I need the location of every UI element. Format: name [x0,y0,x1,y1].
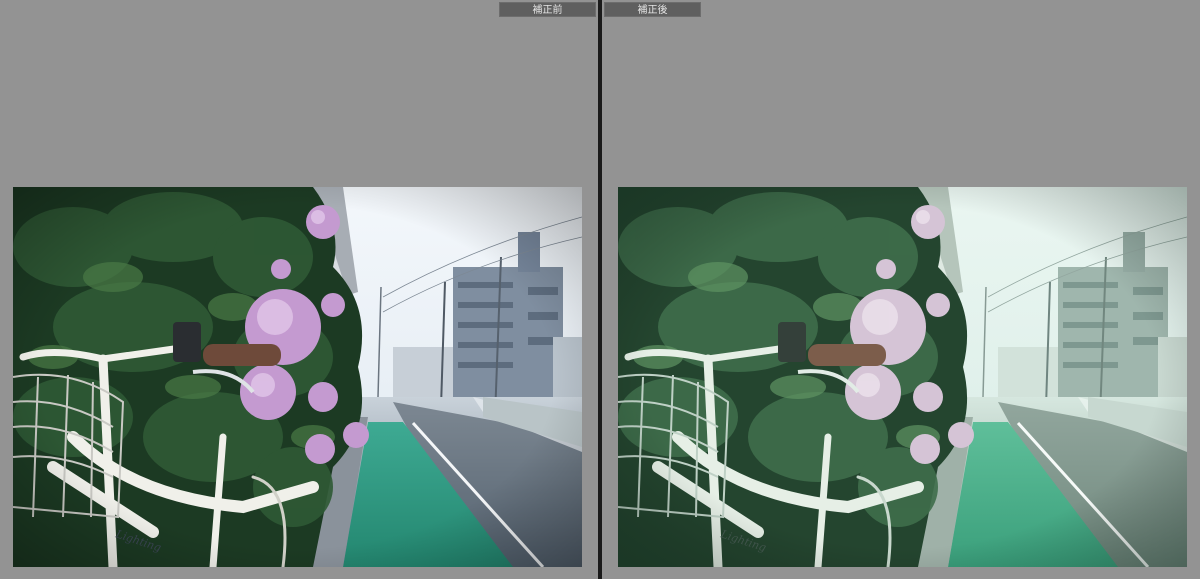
before-photo-image: Lighting [13,187,582,567]
after-photo-image: Lighting [618,187,1187,567]
before-pane[interactable]: 補正前 [0,0,598,579]
before-label: 補正前 [499,2,596,17]
before-photo[interactable]: Lighting [13,187,582,567]
after-photo[interactable]: Lighting [618,187,1187,567]
before-after-viewer: 補正前 補正後 [0,0,1200,579]
after-pane[interactable]: 補正後 [602,0,1200,579]
after-label: 補正後 [604,2,701,17]
